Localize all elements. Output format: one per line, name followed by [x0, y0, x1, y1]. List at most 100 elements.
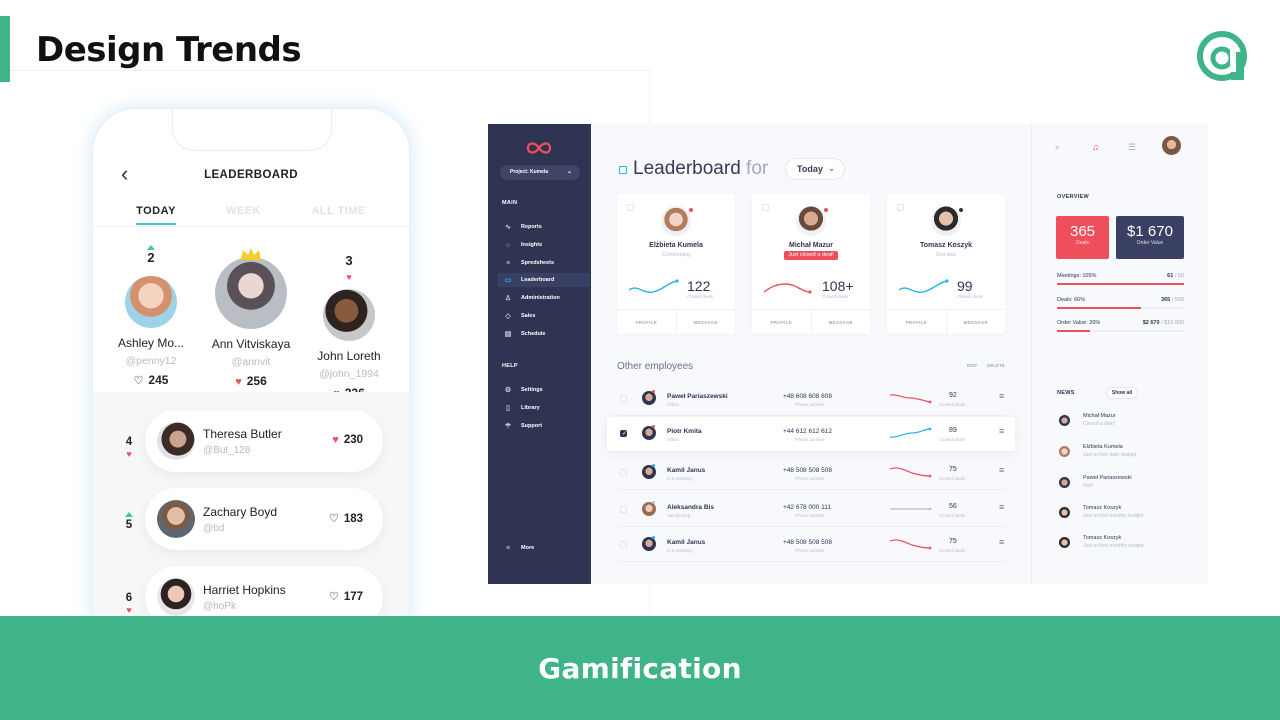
- kpi-label: Deals: [1076, 240, 1089, 246]
- list-name: Theresa Butler: [203, 427, 282, 441]
- heart-filled-icon[interactable]: ♥: [235, 376, 242, 388]
- avatar: [157, 500, 195, 538]
- sidebar-item-sales[interactable]: ◇ Sales: [498, 309, 590, 323]
- show-all-button[interactable]: Show all: [1106, 387, 1138, 399]
- table-row[interactable]: Paweł Pariaszewski Office +48 608 608 60…: [617, 382, 1005, 416]
- deals-value: 92: [949, 392, 957, 399]
- table-row[interactable]: Kamil Janus In a meeting +48 508 508 508…: [617, 528, 1005, 562]
- tab-all-time[interactable]: ALL TIME: [311, 205, 366, 225]
- period-select[interactable]: Today ⌄: [785, 158, 845, 180]
- list-score[interactable]: ♥ 230: [332, 434, 363, 446]
- project-select[interactable]: Project: Kumela ⌄: [500, 165, 580, 180]
- kpi-label: Order Value: [1136, 240, 1164, 246]
- sidebar-item-schedule[interactable]: ▤ Schedule: [498, 327, 590, 341]
- search-icon[interactable]: ⌕: [1055, 142, 1060, 153]
- row-menu-icon[interactable]: ≡: [999, 503, 1004, 512]
- news-text: Hell!: [1083, 483, 1094, 489]
- list-score[interactable]: ♡ 183: [329, 512, 363, 525]
- metric-current: 61: [1167, 273, 1174, 279]
- list-score[interactable]: ♡ 177: [329, 590, 363, 603]
- message-button[interactable]: MESSAGE: [677, 310, 736, 334]
- leader-name: Michał Mazur: [789, 242, 833, 249]
- phone-caption: Phone number: [795, 437, 825, 442]
- leader-card[interactable]: Tomasz Koszyk Out sick 99 Closed deals P…: [887, 194, 1005, 334]
- sidebar-item-settings[interactable]: ⚙ Settings: [498, 383, 590, 397]
- row-menu-icon[interactable]: ≡: [999, 466, 1004, 475]
- row-checkbox[interactable]: [620, 506, 627, 513]
- status-dot: [959, 208, 963, 212]
- rank-down-icon: ♥: [126, 605, 132, 615]
- mobile-leaderboard: ‹ LEADERBOARD TODAY WEEK ALL TIME 2 Ashl…: [92, 108, 410, 648]
- heart-filled-icon[interactable]: ♥: [332, 434, 339, 446]
- sidebar-item-library[interactable]: ▯ Library: [498, 401, 590, 415]
- leader-card[interactable]: Michał Mazur Just closed a deal! 108+ Cl…: [752, 194, 870, 334]
- news-name: Michał Mazur: [1083, 413, 1116, 419]
- news-name: Elżbieta Kumela: [1083, 444, 1123, 450]
- tab-week[interactable]: WEEK: [226, 205, 261, 225]
- leader-card[interactable]: Elżbieta Kumela Commuting 122 Closed dea…: [617, 194, 735, 334]
- leader-name: Elżbieta Kumela: [649, 242, 703, 249]
- row-menu-icon[interactable]: ≡: [999, 392, 1004, 401]
- trend-sparkline: [764, 283, 812, 294]
- sidebar-item-leaderboard[interactable]: ▭ Leaderboard: [498, 273, 590, 287]
- edit-button[interactable]: EDIT: [967, 363, 977, 368]
- card-checkbox[interactable]: [762, 204, 769, 211]
- deals-caption: Closed deals: [939, 402, 966, 407]
- list-item[interactable]: Zachary Boyd @bd ♡ 183: [145, 488, 383, 550]
- podium-third[interactable]: 3 ♥ John Loreth @john_1994 ♥236: [309, 254, 389, 400]
- podium-score[interactable]: ♥ 256: [205, 374, 297, 388]
- profile-button[interactable]: PROFILE: [887, 310, 947, 334]
- row-checkbox[interactable]: [620, 469, 627, 476]
- mobile-title: LEADERBOARD: [204, 169, 298, 181]
- sidebar-item-support[interactable]: ☂ Support: [498, 419, 590, 433]
- calendar-icon: ▤: [504, 331, 512, 338]
- employee-name: Paweł Pariaszewski: [667, 393, 728, 400]
- row-checkbox[interactable]: [620, 541, 627, 548]
- profile-button[interactable]: PROFILE: [617, 310, 677, 334]
- title-accent-bar: [0, 16, 10, 82]
- heart-outline-icon[interactable]: ♡: [134, 375, 144, 387]
- message-button[interactable]: MESSAGE: [812, 310, 871, 334]
- heart-outline-icon[interactable]: ♡: [329, 591, 339, 603]
- message-button[interactable]: MESSAGE: [947, 310, 1006, 334]
- sidebar-item-spreadsheets[interactable]: ≡ Spredsheets: [498, 256, 590, 270]
- sidebar-item-more[interactable]: ≡ More: [498, 541, 590, 555]
- metric-meetings: Meetings: 105% 61 / 50: [1057, 273, 1184, 285]
- table-row[interactable]: Piotr Kmita Office +44 612 612 612 Phone…: [607, 417, 1015, 451]
- metric-value: 61 / 50: [1167, 273, 1184, 279]
- row-checkbox[interactable]: [620, 430, 627, 437]
- leader-value: 99: [957, 278, 973, 294]
- card-checkbox[interactable]: [627, 204, 634, 211]
- bell-icon[interactable]: ♫: [1092, 142, 1099, 152]
- profile-button[interactable]: PROFILE: [752, 310, 812, 334]
- trophy-icon: [619, 166, 627, 174]
- card-checkbox[interactable]: [897, 204, 904, 211]
- list-item[interactable]: Theresa Butler @But_128 ♥ 230: [145, 410, 383, 472]
- heart-outline-icon[interactable]: ♡: [329, 513, 339, 525]
- podium-first[interactable]: Ann Vitviskaya @annvit ♥ 256: [205, 248, 297, 388]
- sidebar-item-insights[interactable]: ○ Insights: [498, 238, 590, 252]
- list-handle: @bd: [203, 523, 225, 534]
- sidebar-item-administration[interactable]: ♙ Administration: [498, 291, 590, 305]
- row-checkbox[interactable]: [620, 395, 627, 402]
- progress-fill: [1057, 307, 1141, 309]
- sidebar-item-reports[interactable]: ∿ Reports: [498, 220, 590, 234]
- row-menu-icon[interactable]: ≡: [999, 427, 1004, 436]
- podium-second[interactable]: 2 Ashley Mo... @penny12 ♡ 245: [111, 245, 191, 387]
- employee-phone: +48 508 508 508: [783, 467, 832, 474]
- row-menu-icon[interactable]: ≡: [999, 538, 1004, 547]
- avatar: [1059, 446, 1070, 457]
- trend-sparkline: [890, 467, 932, 478]
- kpi-value: 365: [1069, 223, 1096, 240]
- delete-button[interactable]: DELETE: [987, 363, 1005, 368]
- settings-sliders-icon[interactable]: ☰: [1128, 142, 1136, 153]
- tag-icon: ◇: [505, 313, 511, 320]
- deals-caption: Closed deals: [939, 548, 966, 553]
- table-row[interactable]: Aleksandra Bis Vacationing +42 678 000 1…: [617, 493, 1005, 527]
- user-avatar[interactable]: [1162, 136, 1181, 155]
- tab-today[interactable]: TODAY: [136, 205, 176, 225]
- phone-notch: [172, 109, 332, 151]
- table-row[interactable]: Kamil Janus In a meeting +48 508 508 508…: [617, 456, 1005, 490]
- podium-score[interactable]: ♡ 245: [111, 373, 191, 387]
- avatar: [642, 537, 656, 551]
